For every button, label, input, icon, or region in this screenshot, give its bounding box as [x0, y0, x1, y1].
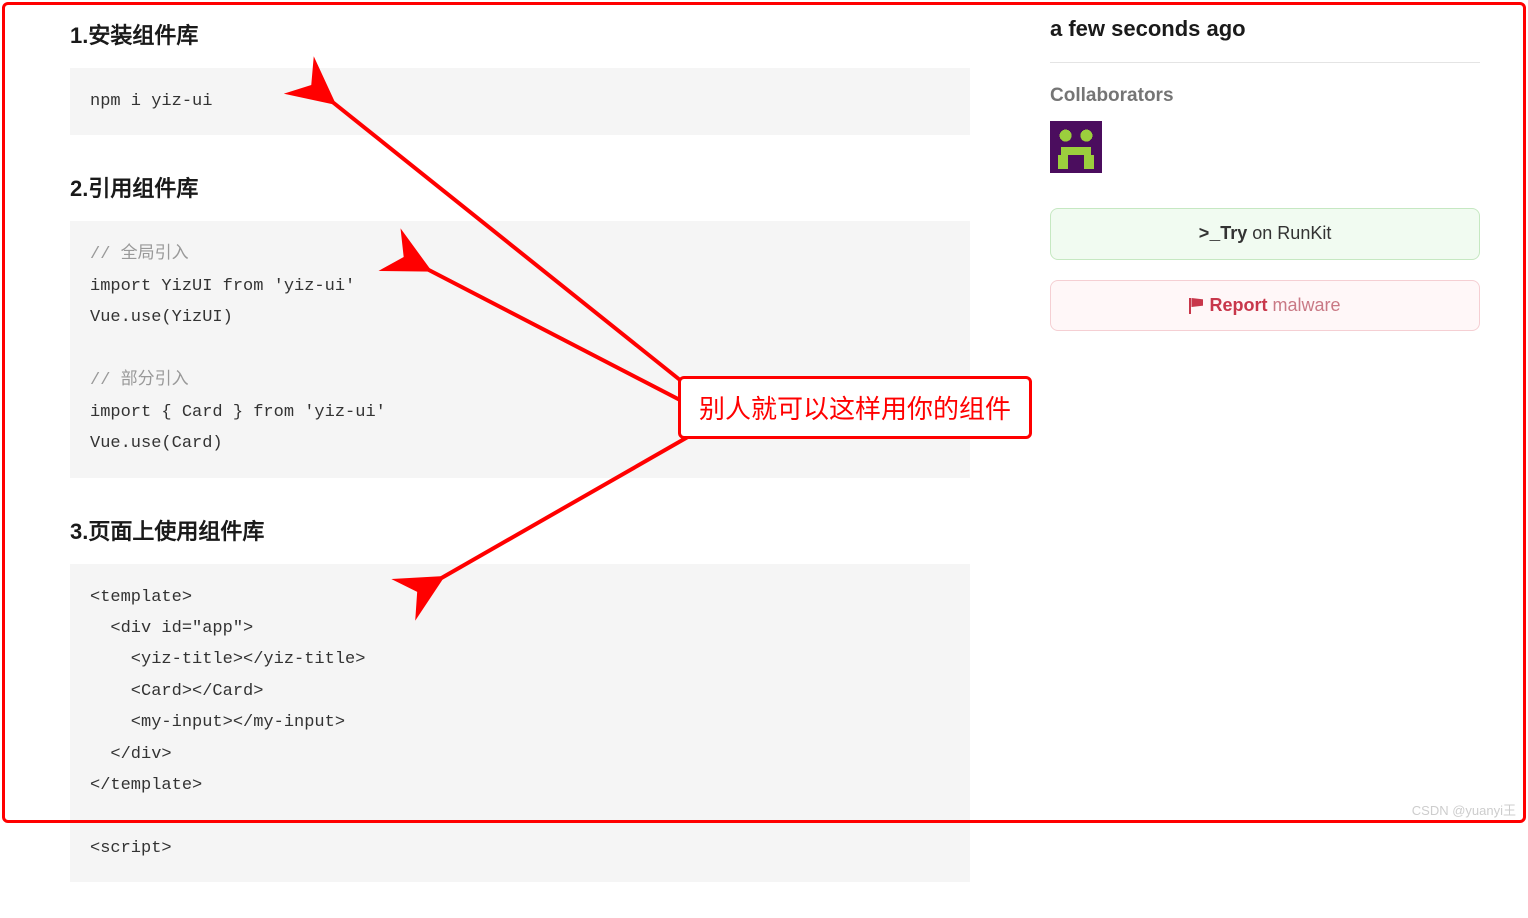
- collaborator-avatar[interactable]: [1050, 121, 1102, 173]
- published-time: a few seconds ago: [1050, 16, 1480, 63]
- try-runkit-button[interactable]: >_Try on RunKit: [1050, 208, 1480, 260]
- readme-content: 1.安装组件库 npm i yiz-ui 2.引用组件库 // 全局引入 imp…: [70, 0, 970, 918]
- code-install[interactable]: npm i yiz-ui: [70, 68, 970, 135]
- annotation-text: 别人就可以这样用你的组件: [699, 394, 1011, 424]
- code-import[interactable]: // 全局引入 import YizUI from 'yiz-ui' Vue.u…: [70, 221, 970, 477]
- report-label-bold: Report: [1209, 295, 1267, 315]
- report-malware-button[interactable]: Report malware: [1050, 280, 1480, 331]
- code-usage[interactable]: <template> <div id="app"> <yiz-title></y…: [70, 564, 970, 883]
- annotation-callout: 别人就可以这样用你的组件: [678, 376, 1032, 439]
- heading-usage: 3.页面上使用组件库: [70, 514, 970, 546]
- heading-import: 2.引用组件库: [70, 171, 970, 203]
- package-sidebar: a few seconds ago Collaborators >_Try on…: [1050, 0, 1480, 351]
- report-label-light: malware: [1267, 295, 1340, 315]
- heading-install: 1.安装组件库: [70, 18, 970, 50]
- watermark: CSDN @yuanyi王: [1412, 800, 1516, 819]
- collaborators-label: Collaborators: [1050, 85, 1480, 107]
- prompt-icon: >_: [1199, 225, 1221, 245]
- flag-icon: [1189, 298, 1205, 312]
- try-label-bold: Try: [1220, 223, 1247, 243]
- try-label-suffix: on RunKit: [1247, 223, 1331, 243]
